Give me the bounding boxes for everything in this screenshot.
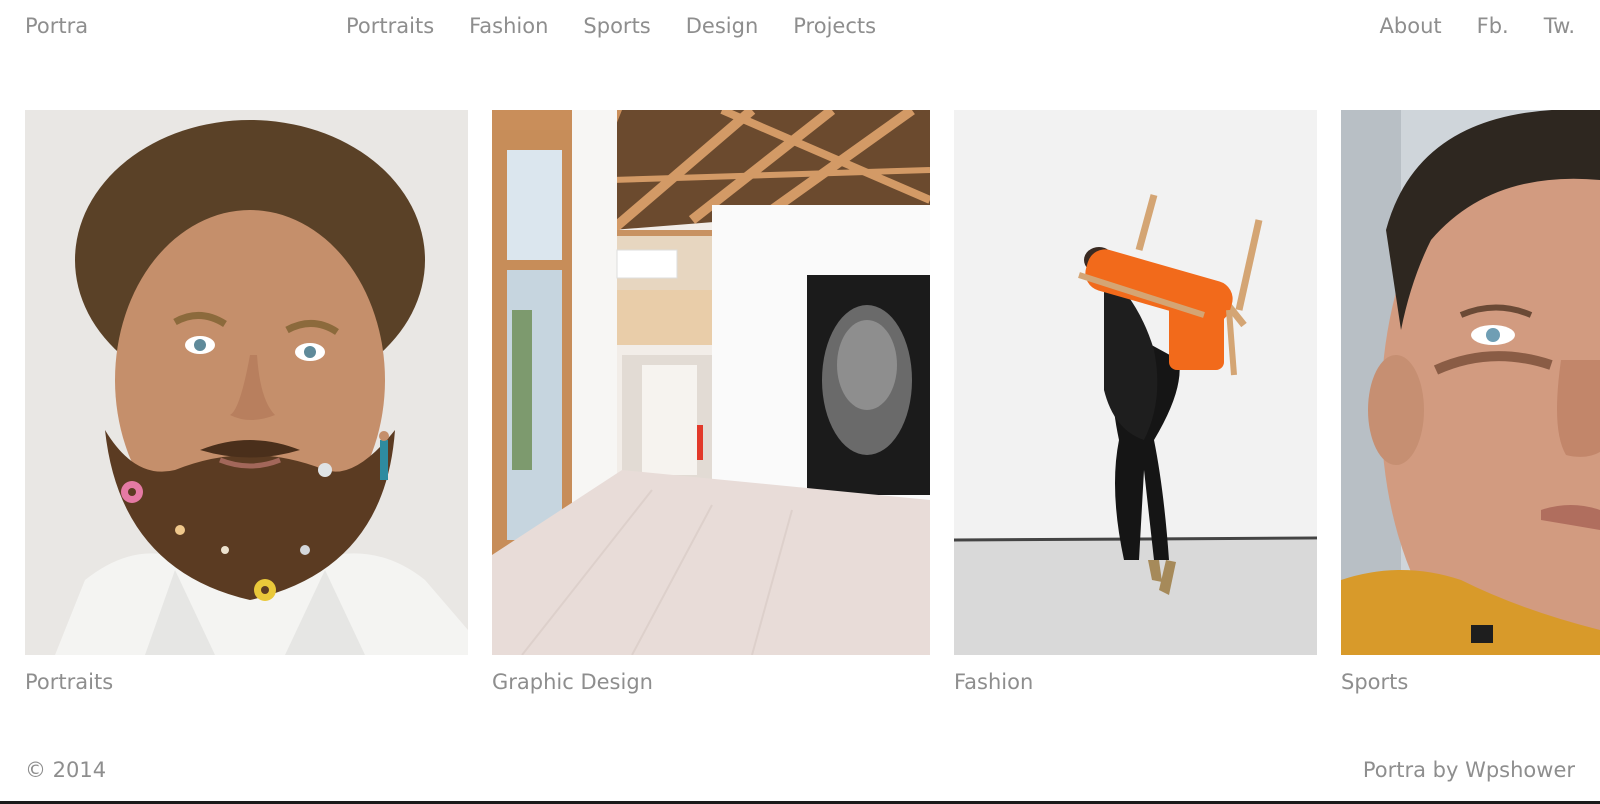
page: Portra Portraits Fashion Sports Design P… [0,0,1600,804]
secondary-nav: About Fb. Tw. [1380,14,1575,38]
fashion-chair-image[interactable] [954,110,1317,655]
site-footer: © 2014 Portra by Wpshower [0,758,1600,788]
nav-item-sports[interactable]: Sports [583,14,650,38]
sports-portrait-image[interactable] [1341,110,1600,655]
theme-credit-link[interactable]: Portra by Wpshower [1363,758,1575,782]
portrait-bearded-man-image[interactable] [25,110,468,655]
interior-loft-image[interactable] [492,110,930,655]
nav-item-design[interactable]: Design [686,14,759,38]
copyright-text: © 2014 [25,758,107,782]
nav-item-fashion[interactable]: Fashion [469,14,548,38]
main-nav: Portraits Fashion Sports Design Projects [346,14,876,38]
nav-item-facebook[interactable]: Fb. [1477,14,1509,38]
nav-item-portraits[interactable]: Portraits [346,14,434,38]
site-logo[interactable]: Portra [25,14,88,38]
gallery-card-caption[interactable]: Sports [1341,670,1408,694]
site-header: Portra Portraits Fashion Sports Design P… [0,0,1600,60]
nav-item-projects[interactable]: Projects [793,14,876,38]
gallery-card-caption[interactable]: Fashion [954,670,1033,694]
gallery-card-caption[interactable]: Portraits [25,670,113,694]
nav-item-about[interactable]: About [1380,14,1442,38]
gallery-card-caption[interactable]: Graphic Design [492,670,653,694]
nav-item-twitter[interactable]: Tw. [1544,14,1575,38]
gallery: Portraits Graphic Design Fashion Sports [0,110,1600,710]
